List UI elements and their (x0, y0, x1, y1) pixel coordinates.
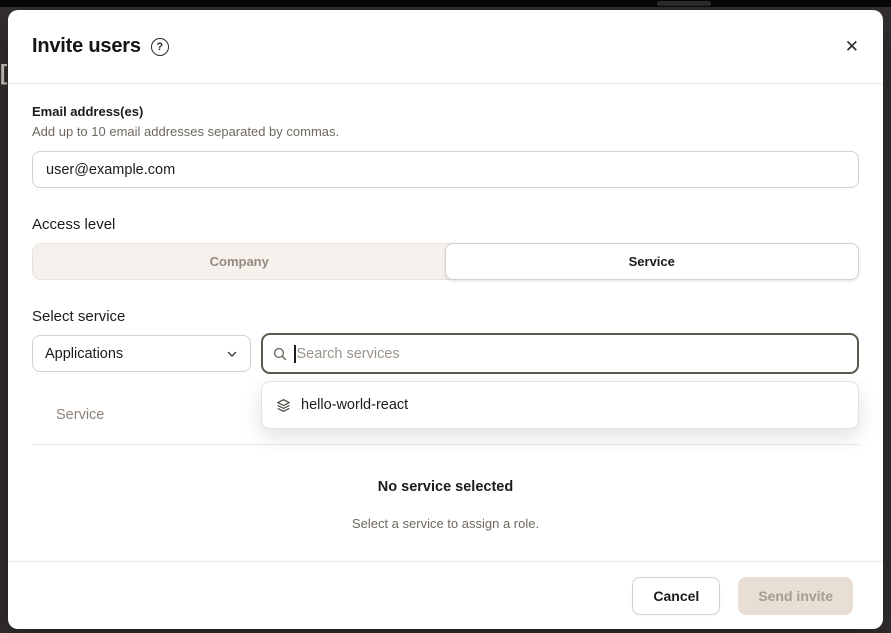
service-search-box[interactable] (261, 333, 859, 374)
email-label: Email address(es) (32, 104, 859, 119)
modal-title: Invite users (32, 35, 141, 58)
cancel-button[interactable]: Cancel (632, 577, 720, 615)
segment-service[interactable]: Service (445, 243, 860, 280)
layers-icon (276, 398, 291, 413)
empty-state-title: No service selected (32, 479, 859, 495)
service-type-dropdown-value: Applications (45, 346, 123, 362)
email-helper-text: Add up to 10 email addresses separated b… (32, 124, 859, 139)
help-icon[interactable]: ? (151, 38, 169, 56)
segment-company[interactable]: Company (33, 244, 446, 279)
chevron-down-icon (226, 348, 238, 360)
empty-state: No service selected Select a service to … (32, 445, 859, 531)
close-icon[interactable]: ✕ (845, 38, 859, 55)
send-invite-button[interactable]: Send invite (738, 577, 853, 615)
service-result-item[interactable]: hello-world-react (266, 386, 854, 424)
obscured-topbar (0, 0, 891, 7)
select-service-row: Applications (32, 333, 859, 374)
service-type-dropdown[interactable]: Applications (32, 335, 251, 372)
access-level-label: Access level (32, 216, 859, 233)
obscured-topbar-button (657, 1, 711, 6)
text-cursor (294, 345, 296, 363)
search-results-popover: hello-world-react (261, 381, 859, 429)
access-level-segmented-control: Company Service (32, 243, 859, 280)
invite-users-modal: Invite users ? ✕ Email address(es) Add u… (8, 10, 883, 629)
email-field[interactable] (32, 151, 859, 188)
modal-footer: Cancel Send invite (8, 561, 883, 629)
modal-body: Email address(es) Add up to 10 email add… (8, 84, 883, 561)
search-input[interactable] (297, 346, 848, 362)
obscured-page-text: [ (0, 60, 7, 86)
empty-state-subtitle: Select a service to assign a role. (32, 516, 859, 531)
modal-header: Invite users ? ✕ (8, 10, 883, 84)
select-service-label: Select service (32, 308, 859, 325)
service-result-label: hello-world-react (301, 397, 408, 413)
search-icon (273, 347, 287, 361)
